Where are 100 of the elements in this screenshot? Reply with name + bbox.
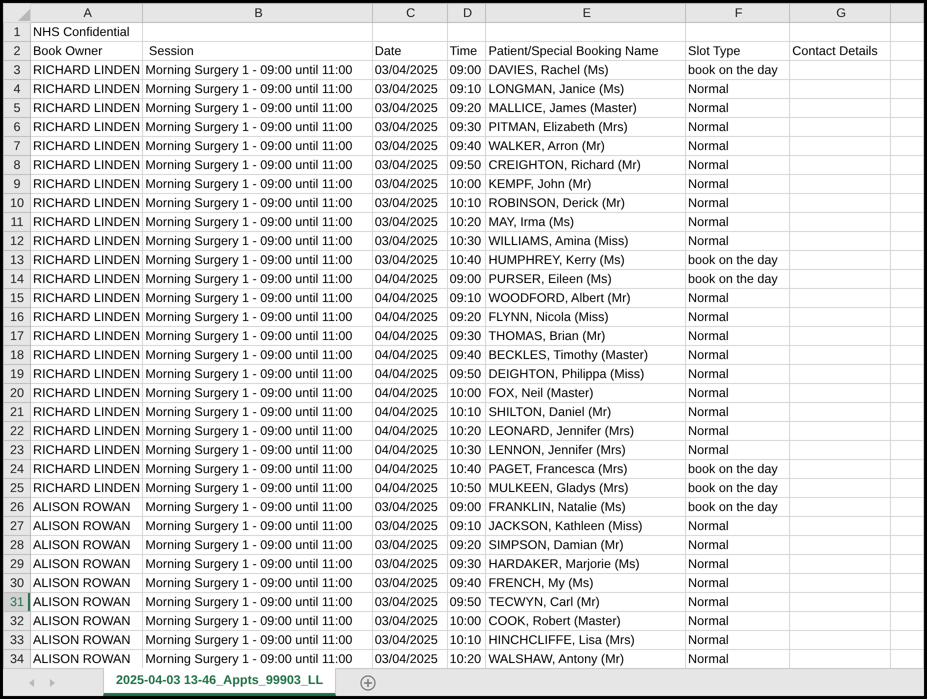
cell-text: Morning Surgery 1 - 09:00 until 11:00 (145, 557, 352, 571)
row-header[interactable]: 17 (4, 326, 30, 346)
cell-text: Normal (688, 443, 729, 457)
cell-text: Morning Surgery 1 - 09:00 until 11:00 (145, 310, 352, 324)
row-header[interactable]: 18 (4, 346, 30, 364)
cell-text: Normal (688, 215, 729, 229)
cell-text: Morning Surgery 1 - 09:00 until 11:00 (145, 386, 352, 400)
cell-text: JACKSON, Kathleen (Miss) (488, 519, 642, 533)
add-sheet-icon[interactable] (360, 674, 376, 690)
cell-text: 03/04/2025 (374, 253, 438, 267)
cell-text: book on the day (688, 272, 778, 286)
row-header[interactable]: 28 (4, 536, 30, 554)
row-header[interactable]: 25 (4, 478, 30, 498)
cell-text: book on the day (688, 63, 778, 77)
row-header[interactable]: 16 (4, 308, 30, 326)
column-header[interactable]: B (142, 4, 372, 22)
sheet-tab[interactable]: 2025-04-03 13-46_Appts_99903_LL (103, 668, 336, 696)
cell-text: 04/04/2025 (374, 348, 438, 362)
column-header[interactable]: F (686, 4, 790, 22)
cell-text: 03/04/2025 (374, 158, 438, 172)
row-header[interactable]: 6 (4, 118, 30, 136)
row-header[interactable]: 11 (4, 212, 30, 232)
row-header[interactable]: 31 (4, 592, 30, 612)
cell-text: RICHARD LINDEN (33, 310, 140, 324)
row-header[interactable]: 33 (4, 630, 30, 650)
cell-text: 03/04/2025 (374, 101, 438, 115)
cell-text: ALISON ROWAN (33, 595, 130, 609)
cell-text: Morning Surgery 1 - 09:00 until 11:00 (145, 633, 352, 647)
scroll-right-icon[interactable] (50, 678, 55, 686)
row-header[interactable]: 8 (4, 156, 30, 174)
cell-text: Normal (688, 329, 729, 343)
cell-text: Normal (688, 386, 729, 400)
row-header[interactable]: 1 (4, 22, 30, 42)
cell-text: FOX, Neil (Master) (488, 386, 594, 400)
cell-text: Normal (688, 310, 729, 324)
cell-text: 04/04/2025 (374, 367, 438, 381)
column-header[interactable]: A (30, 4, 143, 22)
cell-text: 09:00 (450, 63, 482, 77)
row-header[interactable]: 14 (4, 270, 30, 288)
cell-text: Morning Surgery 1 - 09:00 until 11:00 (145, 82, 352, 96)
cell-text: RICHARD LINDEN (33, 82, 140, 96)
scroll-left-icon[interactable] (29, 678, 34, 686)
cell-text: DAVIES, Rachel (Ms) (488, 63, 609, 77)
cell-text: RICHARD LINDEN (33, 424, 140, 438)
cell-text: 03/04/2025 (374, 538, 438, 552)
row-header[interactable]: 5 (4, 98, 30, 118)
cell-text: Morning Surgery 1 - 09:00 until 11:00 (145, 101, 352, 115)
cell-text: RICHARD LINDEN (33, 234, 140, 248)
row-header[interactable]: 3 (4, 60, 30, 80)
row-header[interactable]: 22 (4, 422, 30, 440)
row-header[interactable]: 10 (4, 194, 30, 212)
cell-text: RICHARD LINDEN (33, 101, 140, 115)
cell-text: 03/04/2025 (374, 614, 438, 628)
cell-text: 09:20 (450, 310, 482, 324)
row-header[interactable]: 26 (4, 498, 30, 516)
row-header[interactable]: 34 (4, 650, 30, 668)
cell-text: 03/04/2025 (374, 595, 438, 609)
cell-text: RICHARD LINDEN (33, 272, 140, 286)
column-header[interactable]: C (372, 4, 448, 22)
row-header[interactable]: 29 (4, 554, 30, 574)
row-header[interactable]: 19 (4, 364, 30, 384)
cell-text: 10:10 (450, 633, 482, 647)
cell-text: HARDAKER, Marjorie (Ms) (488, 557, 640, 571)
row-header[interactable]: 12 (4, 232, 30, 250)
cell-text: book on the day (688, 462, 778, 476)
row-header[interactable]: 30 (4, 574, 30, 592)
column-header[interactable]: G (790, 4, 891, 22)
row-header[interactable]: 20 (4, 384, 30, 402)
cell-text: RICHARD LINDEN (33, 253, 140, 267)
cell-text: COOK, Robert (Master) (488, 614, 621, 628)
row-header[interactable]: 9 (4, 174, 30, 194)
cell-text: 03/04/2025 (374, 519, 438, 533)
cell-text: Morning Surgery 1 - 09:00 until 11:00 (145, 177, 352, 191)
row-header[interactable]: 2 (4, 42, 30, 60)
row-header[interactable]: 4 (4, 80, 30, 98)
cell-text: book on the day (688, 481, 778, 495)
row-header[interactable]: 24 (4, 460, 30, 478)
row-header[interactable]: 15 (4, 288, 30, 308)
cell-text: 03/04/2025 (374, 196, 438, 210)
row-header[interactable]: 7 (4, 136, 30, 156)
column-header[interactable]: E (486, 4, 686, 22)
cell-text: MALLICE, James (Master) (488, 101, 637, 115)
cell-text: Normal (688, 177, 729, 191)
cell-text: 04/04/2025 (374, 329, 438, 343)
row-header[interactable]: 23 (4, 440, 30, 460)
row-header[interactable]: 21 (4, 402, 30, 422)
cell-text: 03/04/2025 (374, 633, 438, 647)
cell-text: Session (148, 44, 194, 58)
row-header[interactable]: 13 (4, 250, 30, 270)
cell-text: Normal (688, 348, 729, 362)
cell-text: RICHARD LINDEN (33, 386, 140, 400)
row-header[interactable]: 27 (4, 516, 30, 536)
cell-text: 03/04/2025 (374, 652, 438, 666)
cell-text: Normal (688, 595, 729, 609)
cell-text: SHILTON, Daniel (Mr) (488, 405, 612, 419)
cell-text: ALISON ROWAN (33, 519, 130, 533)
row-header[interactable]: 32 (4, 612, 30, 630)
cell-text: 04/04/2025 (374, 443, 438, 457)
cell-text: FRENCH, My (Ms) (488, 576, 594, 590)
column-header[interactable]: D (447, 4, 486, 22)
